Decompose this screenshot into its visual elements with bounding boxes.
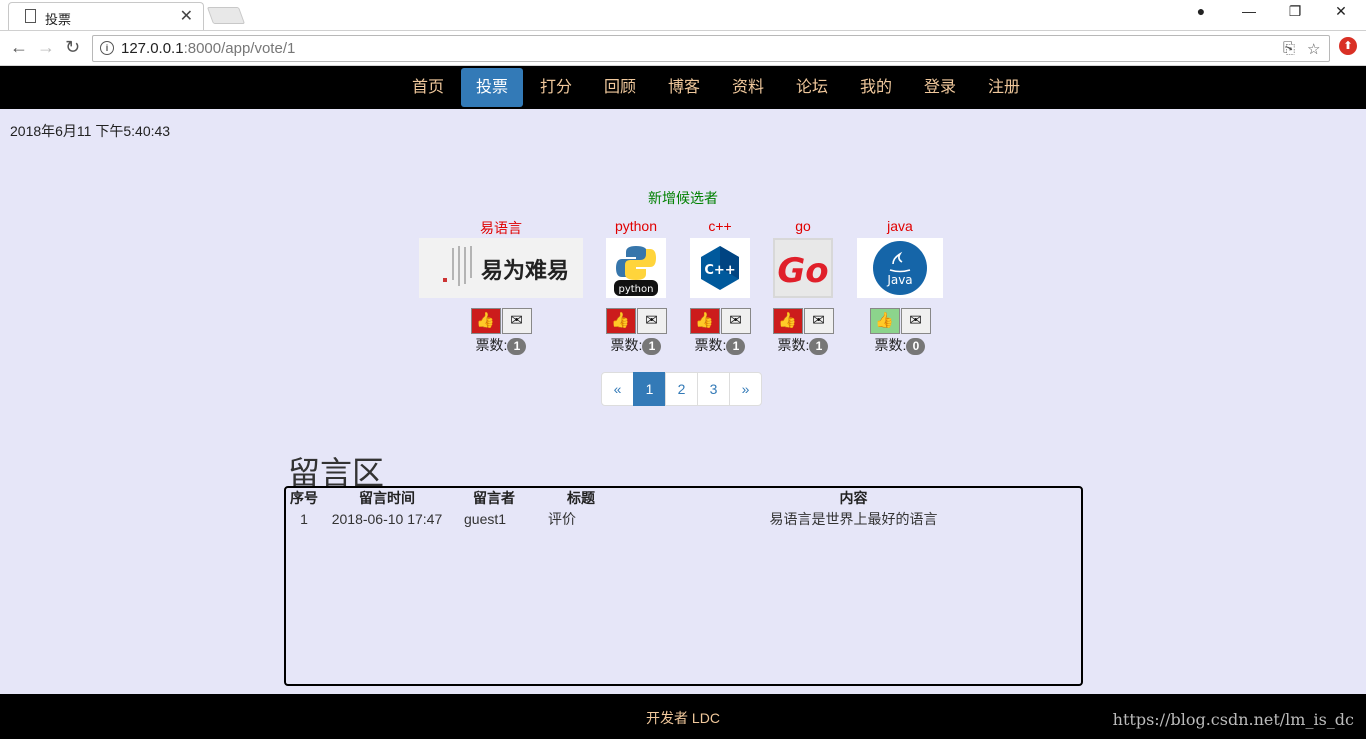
cell-title: 评价 [548, 510, 576, 527]
cell-time: 2018-06-10 17:47 [331, 510, 443, 527]
candidate-card: go Go 👍 ✉ 票数: 1 [763, 218, 843, 355]
watermark: https://blog.csdn.net/lm_is_dc [1112, 710, 1354, 729]
nav-register[interactable]: 注册 [974, 68, 1034, 107]
header-author: 留言者 [473, 490, 515, 506]
nav-resources[interactable]: 资料 [718, 68, 778, 107]
like-button[interactable]: 👍 [689, 308, 720, 334]
vote-badge: 1 [642, 337, 662, 355]
pagination-page-2[interactable]: 2 [665, 372, 698, 406]
window-close-button[interactable]: ✕ [1318, 3, 1364, 20]
browser-tabstrip: 投票 ✕ ● — ❐ ✕ [0, 0, 1366, 30]
like-button[interactable]: 👍 [605, 308, 636, 334]
tab-title: 投票 [45, 12, 72, 27]
message-table: 序号 留言时间 留言者 标题 内容 1 2018-06-10 17:47 gue… [286, 488, 1081, 529]
vote-count: 票数: 1 [596, 335, 676, 355]
forward-icon[interactable]: → [37, 37, 55, 58]
nav-review[interactable]: 回顾 [590, 68, 650, 107]
table-header-row: 序号 留言时间 留言者 标题 内容 [286, 488, 1081, 508]
like-button[interactable]: 👍 [869, 308, 900, 334]
extension-icon[interactable]: ⬆ [1339, 37, 1357, 55]
message-button[interactable]: ✉ [501, 308, 532, 334]
vote-count: 票数: 1 [418, 335, 584, 355]
candidate-name[interactable]: c++ [680, 218, 760, 236]
message-button[interactable]: ✉ [636, 308, 667, 334]
restore-button[interactable]: ❐ [1272, 3, 1318, 20]
browser-tab[interactable]: 投票 ✕ [8, 2, 204, 30]
candidate-card: java Java 👍 ✉ 票数: 0 [856, 218, 944, 355]
nav-login[interactable]: 登录 [910, 68, 970, 107]
candidate-card: c++ C++ 👍 ✉ 票数: 1 [680, 218, 760, 355]
bookmark-star-icon[interactable]: ☆ [1307, 40, 1320, 58]
vote-count: 票数: 0 [856, 335, 944, 355]
address-url: 127.0.0.1:8000/app/vote/1 [121, 40, 296, 57]
nav-blog[interactable]: 博客 [654, 68, 714, 107]
pagination-page-3[interactable]: 3 [697, 372, 730, 406]
nav-forum[interactable]: 论坛 [782, 68, 842, 107]
header-content: 内容 [839, 490, 868, 506]
nav-vote[interactable]: 投票 [461, 68, 523, 107]
pagination: « 1 2 3 » [601, 372, 762, 406]
reload-icon[interactable]: ↻ [65, 37, 80, 58]
message-button[interactable]: ✉ [900, 308, 931, 334]
page-footer: 开发者 LDC https://blog.csdn.net/lm_is_dc [0, 694, 1366, 739]
like-button[interactable]: 👍 [470, 308, 501, 334]
pagination-prev[interactable]: « [601, 372, 634, 406]
address-bar[interactable]: i 127.0.0.1:8000/app/vote/1 ⎘ ☆ [92, 35, 1330, 62]
svg-text:易为难易: 易为难易 [481, 258, 569, 284]
svg-text:python: python [619, 284, 654, 295]
calligraphy-logo: 易为难易 [419, 238, 583, 298]
minimize-button[interactable]: — [1226, 3, 1272, 19]
nav-home[interactable]: 首页 [398, 68, 458, 107]
cell-content: 易语言是世界上最好的语言 [769, 510, 938, 527]
pagination-page-1[interactable]: 1 [633, 372, 666, 406]
cell-no: 1 [300, 510, 308, 527]
vote-count: 票数: 1 [763, 335, 843, 355]
document-icon [25, 9, 36, 23]
java-logo: Java [857, 238, 943, 298]
candidate-card: 易语言 易为难易 👍 ✉ 票数: 1 [418, 218, 584, 355]
vote-count: 票数: 1 [680, 335, 760, 355]
message-button[interactable]: ✉ [803, 308, 834, 334]
svg-text:C++: C++ [704, 263, 735, 278]
tab-close-icon[interactable]: ✕ [180, 6, 193, 26]
message-button[interactable]: ✉ [720, 308, 751, 334]
back-icon[interactable]: ← [10, 37, 28, 58]
candidate-name[interactable]: java [856, 218, 944, 236]
candidate-name[interactable]: go [763, 218, 843, 236]
browser-toolbar: ← → ↻ i 127.0.0.1:8000/app/vote/1 ⎘ ☆ ⬆ [0, 30, 1366, 66]
table-row: 1 2018-06-10 17:47 guest1 评价 易语言是世界上最好的语… [286, 508, 1081, 529]
vote-badge: 1 [507, 337, 527, 355]
candidate-name[interactable]: 易语言 [418, 218, 584, 236]
svg-text:Go: Go [777, 251, 828, 291]
header-time: 留言时间 [359, 490, 415, 506]
site-navbar: 首页 投票 打分 回顾 博客 资料 论坛 我的 登录 注册 [0, 66, 1366, 109]
profile-icon[interactable]: ● [1178, 3, 1224, 19]
python-logo: python [606, 238, 666, 298]
cell-author: guest1 [464, 510, 507, 527]
translate-icon[interactable]: ⎘ [1283, 40, 1295, 57]
go-logo: Go [773, 238, 833, 298]
vote-badge: 1 [809, 337, 829, 355]
new-tab-button[interactable] [206, 7, 246, 24]
vote-badge: 0 [906, 337, 926, 355]
svg-text:Java: Java [886, 273, 912, 287]
candidate-name[interactable]: python [596, 218, 676, 236]
header-title: 标题 [567, 490, 595, 506]
nav-score[interactable]: 打分 [526, 68, 586, 107]
info-icon[interactable]: i [100, 41, 114, 55]
vote-badge: 1 [726, 337, 746, 355]
message-board: 序号 留言时间 留言者 标题 内容 1 2018-06-10 17:47 gue… [284, 486, 1083, 686]
like-button[interactable]: 👍 [772, 308, 803, 334]
add-candidate-link[interactable]: 新增候选者 [648, 190, 718, 206]
candidate-card: python python 👍 ✉ 票数: 1 [596, 218, 676, 355]
clock-text: 2018年6月11 下午5:40:43 [10, 123, 171, 139]
cpp-logo: C++ [690, 238, 750, 298]
pagination-next[interactable]: » [729, 372, 762, 406]
header-no: 序号 [290, 490, 318, 506]
nav-mine[interactable]: 我的 [846, 68, 906, 107]
